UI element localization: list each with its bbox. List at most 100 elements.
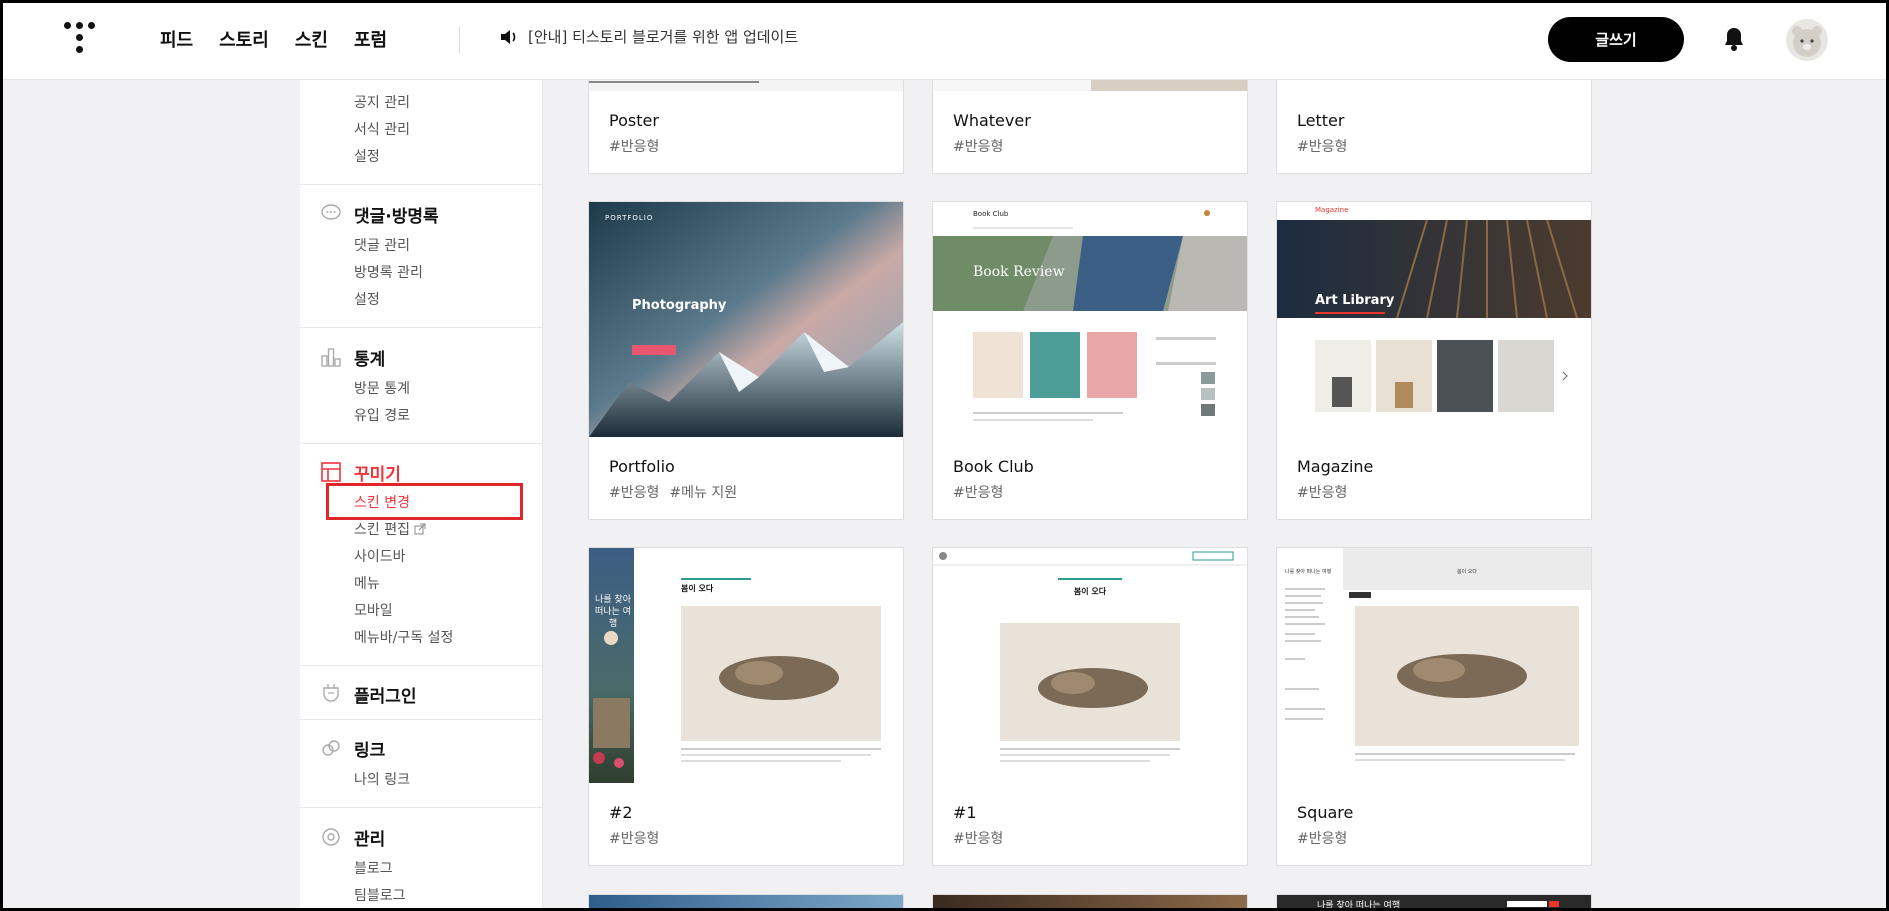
gear-icon — [322, 828, 340, 846]
skin-preview-brand: PORTFOLIO — [605, 214, 654, 222]
sidebar-item-menubar-subscribe[interactable]: 메뉴바/구독 설정 — [354, 627, 453, 647]
skin-card-square[interactable]: 나를 찾아 떠나는 여행 봄이 오다 Square #반응형 — [1276, 547, 1592, 866]
sidebar-item-mobile[interactable]: 모바일 — [354, 600, 393, 620]
comment-icon — [321, 204, 341, 220]
skin-tag: #반응형 — [953, 485, 1004, 501]
sidebar-item-menu[interactable]: 메뉴 — [354, 573, 380, 593]
avatar[interactable] — [1786, 19, 1828, 61]
sidebar-section-comments[interactable]: 댓글·방명록 — [354, 202, 439, 227]
skin-tags: #반응형 — [953, 828, 1003, 848]
skin-preview-headline: Photography — [632, 298, 727, 313]
sidebar-item-skin-edit[interactable]: 스킨 편집 — [354, 519, 426, 539]
sidebar-item-template-manage[interactable]: 서식 관리 — [354, 119, 410, 139]
notice-banner[interactable]: [안내] 티스토리 블로거를 위한 앱 업데이트 — [500, 26, 798, 47]
sidebar-item-referrer[interactable]: 유입 경로 — [354, 405, 410, 425]
skin-thumbnail: Magazine Art Library — [1277, 202, 1591, 437]
nav-forum[interactable]: 포럼 — [354, 26, 387, 52]
skin-thumbnail: 나를 찾아 떠나는 여행 봄이 오다 — [1277, 548, 1591, 783]
skin-name: Magazine — [1297, 457, 1374, 476]
sidebar-item-content-settings[interactable]: 설정 — [354, 146, 380, 166]
skin-thumbnail: 봄이 오다 — [933, 548, 1247, 783]
skin-name: Book Club — [953, 457, 1034, 476]
sidebar-item-notice-manage[interactable]: 공지 관리 — [354, 92, 410, 112]
skin-tag: #반응형 — [609, 831, 660, 847]
nav-skin[interactable]: 스킨 — [295, 26, 328, 52]
sidebar-section-plugin[interactable]: 플러그인 — [354, 682, 417, 707]
skin-preview-post-title: 봄이 오다 — [681, 584, 714, 593]
skin-card-portfolio[interactable]: PORTFOLIO Photography Portfolio #반응형 #메뉴 … — [588, 201, 904, 520]
skin-card-magazine[interactable]: Magazine Art Library Magazine #반응형 — [1276, 201, 1592, 520]
skin-name: #2 — [609, 803, 633, 822]
skin-tag: #반응형 — [1297, 831, 1348, 847]
skin-tag: #메뉴 지원 — [669, 485, 738, 501]
sidebar-section-manage[interactable]: 관리 — [354, 825, 385, 850]
chart-bar-icon — [321, 348, 341, 367]
skin-tags: #반응형 — [953, 482, 1003, 502]
skin-tags: #반응형 — [1297, 828, 1347, 848]
skin-change-highlight — [326, 483, 523, 520]
nav-divider — [459, 26, 460, 54]
main-nav: 피드 스토리 스킨 포럼 — [160, 0, 387, 78]
skin-card-1[interactable]: 봄이 오다 #1 #반응형 — [932, 547, 1248, 866]
skin-tags: #반응형 #메뉴 지원 — [609, 482, 737, 502]
sidebar-section-customize[interactable]: 꾸미기 — [354, 460, 401, 485]
skin-preview-headline: Art Library — [1315, 293, 1395, 308]
sidebar-item-comment-settings[interactable]: 설정 — [354, 289, 380, 309]
skin-card-partial[interactable]: 나를 찾아 떠나는 여행 — [1276, 894, 1592, 911]
skin-tags: #반응형 — [609, 828, 659, 848]
skin-tag: #반응형 — [609, 139, 660, 155]
external-link-icon — [414, 523, 426, 535]
skin-tag: #반응형 — [953, 139, 1004, 155]
skin-name: #1 — [953, 803, 977, 822]
skin-thumbnail: PORTFOLIO Photography — [589, 202, 903, 437]
skin-card-whatever[interactable]: Whatever #반응형 — [932, 70, 1248, 174]
skin-card-2[interactable]: 나를 찾아 떠나는 여행 봄이 오다 #2 #반응형 — [588, 547, 904, 866]
top-bar: 피드 스토리 스킨 포럼 [안내] 티스토리 블로거를 위한 앱 업데이트 글쓰… — [0, 0, 1889, 80]
skin-card-poster[interactable]: Poster #반응형 — [588, 70, 904, 174]
skin-thumbnail: Book Club Book Review — [933, 202, 1247, 437]
skin-preview-post-title: 봄이 오다 — [1457, 569, 1477, 575]
bell-icon[interactable] — [1723, 26, 1745, 52]
skin-name: Poster — [609, 111, 659, 130]
nav-story[interactable]: 스토리 — [219, 26, 269, 52]
skin-card-book-club[interactable]: Book Club Book Review Book Club #반응형 — [932, 201, 1248, 520]
write-button[interactable]: 글쓰기 — [1548, 17, 1684, 62]
sidebar-item-visit-stats[interactable]: 방문 통계 — [354, 378, 410, 398]
skin-tags: #반응형 — [609, 136, 659, 156]
sidebar-item-sidebar[interactable]: 사이드바 — [354, 546, 406, 566]
sidebar-item-my-link[interactable]: 나의 링크 — [354, 769, 410, 789]
skin-card-letter[interactable]: Letter #반응형 — [1276, 70, 1592, 174]
tistory-logo[interactable] — [64, 22, 96, 56]
sidebar-section-link[interactable]: 링크 — [354, 736, 385, 761]
sidebar-item-comment-manage[interactable]: 댓글 관리 — [354, 235, 410, 255]
skin-tags: #반응형 — [953, 136, 1003, 156]
skin-tags: #반응형 — [1297, 136, 1347, 156]
skin-preview-post-title: 봄이 오다 — [1073, 587, 1107, 596]
skin-preview-brand: 나를 찾아 떠나는 여행 — [1317, 901, 1401, 911]
layout-icon — [321, 462, 341, 482]
bear-face-icon — [1792, 26, 1822, 57]
sidebar-section-stats[interactable]: 통계 — [354, 345, 385, 370]
skin-card-partial[interactable] — [588, 894, 904, 911]
skin-tag: #반응형 — [953, 831, 1004, 847]
link-icon — [322, 740, 340, 756]
skin-name: Letter — [1297, 111, 1345, 130]
skin-tag: #반응형 — [1297, 485, 1348, 501]
sidebar-item-team-blog[interactable]: 팀블로그 — [354, 885, 406, 905]
sidebar-item-guestbook-manage[interactable]: 방명록 관리 — [354, 262, 423, 282]
admin-sidebar: 공지 관리 서식 관리 설정 댓글·방명록 댓글 관리 방명록 관리 설정 통계… — [300, 0, 543, 911]
skin-preview-side-title: 나를 찾아 떠나는 여행 — [595, 595, 631, 629]
sidebar-item-skin-edit-label: 스킨 편집 — [354, 522, 410, 538]
nav-feed[interactable]: 피드 — [160, 26, 193, 52]
skin-tag: #반응형 — [609, 485, 660, 501]
skin-thumbnail: 나를 찾아 떠나는 여행 봄이 오다 — [589, 548, 903, 783]
skin-preview-headline: Book Review — [973, 264, 1065, 280]
speaker-icon — [501, 29, 516, 44]
skin-name: Whatever — [953, 111, 1031, 130]
skin-tags: #반응형 — [1297, 482, 1347, 502]
skin-card-partial[interactable] — [932, 894, 1248, 911]
skin-name: Square — [1297, 803, 1354, 822]
plug-icon — [323, 684, 339, 702]
sidebar-item-blog[interactable]: 블로그 — [354, 858, 393, 878]
skin-name: Portfolio — [609, 457, 675, 476]
